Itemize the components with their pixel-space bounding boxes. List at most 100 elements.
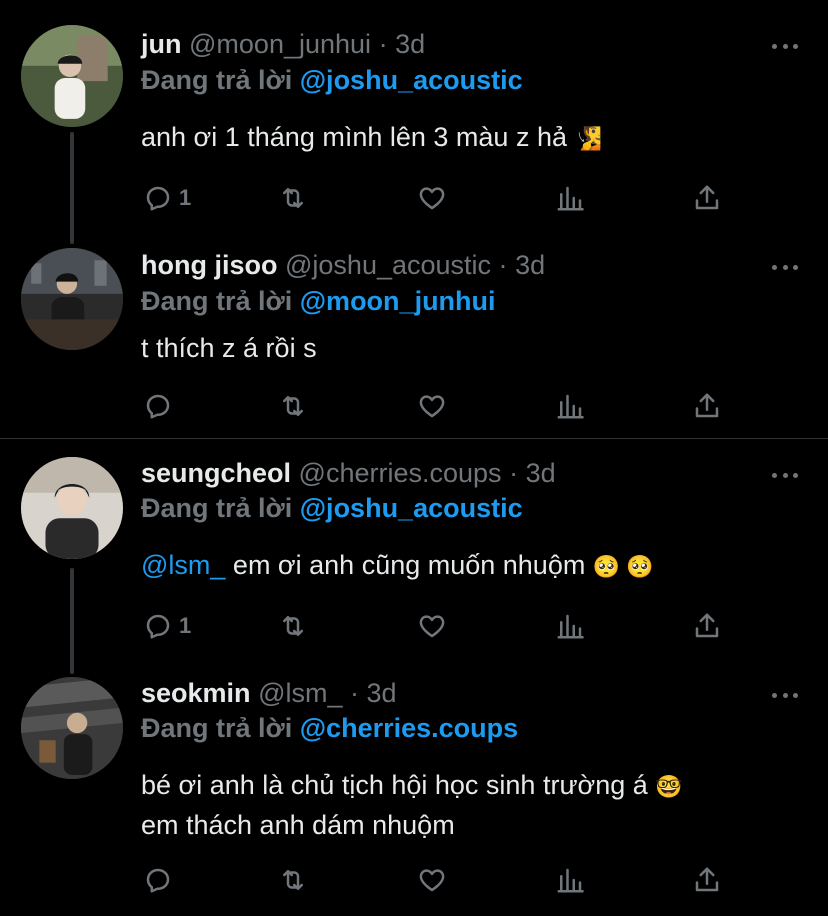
retweet-button[interactable] bbox=[278, 389, 308, 423]
user-handle[interactable]: @cherries.coups bbox=[299, 458, 502, 488]
reply-button[interactable]: 1 bbox=[143, 181, 191, 215]
retweet-icon bbox=[278, 865, 308, 895]
analytics-icon bbox=[555, 183, 585, 213]
timestamp[interactable]: 3d bbox=[367, 678, 397, 708]
replying-to-label: Đang trả lời bbox=[141, 65, 293, 95]
more-icon[interactable] bbox=[772, 263, 798, 271]
reply-count: 1 bbox=[179, 185, 192, 210]
like-button[interactable] bbox=[417, 863, 447, 897]
user-handle[interactable]: @lsm_ bbox=[258, 678, 342, 708]
analytics-button[interactable] bbox=[555, 181, 585, 215]
reply-icon bbox=[143, 611, 173, 641]
heart-icon bbox=[417, 391, 447, 421]
analytics-icon bbox=[555, 865, 585, 895]
replying-to-label: Đang trả lời bbox=[141, 493, 293, 523]
tweet-header: jun @moon_junhui · 3d bbox=[141, 28, 425, 60]
tweet-body: bé ơi anh là chủ tịch hội học sinh trườn… bbox=[141, 770, 648, 800]
reply-icon bbox=[143, 183, 173, 213]
replying-to-label: Đang trả lời bbox=[141, 286, 293, 316]
share-button[interactable] bbox=[692, 389, 722, 423]
replying-to-mention[interactable]: @joshu_acoustic bbox=[300, 65, 523, 95]
avatar[interactable] bbox=[21, 248, 123, 350]
share-icon bbox=[692, 611, 722, 641]
retweet-icon bbox=[278, 611, 308, 641]
action-bar bbox=[141, 389, 741, 423]
heart-icon bbox=[417, 183, 447, 213]
replying-to-mention[interactable]: @cherries.coups bbox=[300, 713, 518, 743]
emoji: 🧏 bbox=[574, 126, 602, 151]
retweet-button[interactable] bbox=[278, 863, 308, 897]
avatar-photo bbox=[21, 457, 123, 559]
reply-button[interactable] bbox=[143, 863, 179, 897]
analytics-icon bbox=[555, 391, 585, 421]
separator-dot: · bbox=[498, 250, 508, 280]
tweet-text: anh ơi 1 tháng mình lên 3 màu z hả 🧏 bbox=[141, 118, 801, 158]
action-bar: 1 bbox=[141, 609, 741, 643]
replying-to: Đang trả lời @joshu_acoustic bbox=[141, 492, 523, 524]
like-button[interactable] bbox=[417, 181, 447, 215]
tweet-body: t thích z á rồi s bbox=[141, 333, 317, 363]
replying-to-label: Đang trả lời bbox=[141, 713, 293, 743]
retweet-button[interactable] bbox=[278, 609, 308, 643]
tweet-body: em ơi anh cũng muốn nhuộm bbox=[225, 550, 586, 580]
tweet[interactable]: jun @moon_junhui · 3d Đang trả lời @josh… bbox=[0, 0, 828, 219]
analytics-button[interactable] bbox=[555, 389, 585, 423]
reply-button[interactable]: 1 bbox=[143, 609, 191, 643]
avatar-photo bbox=[21, 25, 123, 127]
share-button[interactable] bbox=[692, 863, 722, 897]
tweet-header: seokmin @lsm_ · 3d bbox=[141, 677, 397, 709]
avatar[interactable] bbox=[21, 457, 123, 559]
display-name[interactable]: hong jisoo bbox=[141, 250, 277, 280]
like-button[interactable] bbox=[417, 609, 447, 643]
display-name[interactable]: jun bbox=[141, 29, 182, 59]
display-name[interactable]: seungcheol bbox=[141, 458, 291, 488]
reply-icon bbox=[143, 865, 173, 895]
tweet-text: bé ơi anh là chủ tịch hội học sinh trườn… bbox=[141, 766, 801, 844]
tweet-text: @lsm_ em ơi anh cũng muốn nhuộm 🥺 🥺 bbox=[141, 546, 801, 586]
separator-dot: · bbox=[509, 458, 519, 488]
tweet[interactable]: seungcheol @cherries.coups · 3d Đang trả… bbox=[0, 439, 828, 658]
reply-button[interactable] bbox=[143, 389, 179, 423]
avatar[interactable] bbox=[21, 25, 123, 127]
share-button[interactable] bbox=[692, 609, 722, 643]
tweet-body: anh ơi 1 tháng mình lên 3 màu z hả bbox=[141, 122, 567, 152]
replying-to: Đang trả lời @joshu_acoustic bbox=[141, 64, 523, 96]
share-icon bbox=[692, 865, 722, 895]
action-bar bbox=[141, 863, 741, 897]
emoji: 🥺 🥺 bbox=[592, 554, 654, 579]
analytics-icon bbox=[555, 611, 585, 641]
display-name[interactable]: seokmin bbox=[141, 678, 251, 708]
tweet-header: seungcheol @cherries.coups · 3d bbox=[141, 457, 556, 489]
heart-icon bbox=[417, 611, 447, 641]
avatar[interactable] bbox=[21, 677, 123, 779]
like-button[interactable] bbox=[417, 389, 447, 423]
analytics-button[interactable] bbox=[555, 863, 585, 897]
action-bar: 1 bbox=[141, 181, 741, 215]
emoji: 🤓 bbox=[655, 774, 683, 799]
timestamp[interactable]: 3d bbox=[526, 458, 556, 488]
avatar-photo bbox=[21, 248, 123, 350]
user-handle[interactable]: @moon_junhui bbox=[189, 29, 371, 59]
tweet-text: t thích z á rồi s bbox=[141, 329, 801, 367]
analytics-button[interactable] bbox=[555, 609, 585, 643]
timestamp[interactable]: 3d bbox=[515, 250, 545, 280]
reply-count: 1 bbox=[179, 613, 192, 638]
tweet[interactable]: hong jisoo @joshu_acoustic · 3d Đang trả… bbox=[0, 219, 828, 438]
share-button[interactable] bbox=[692, 181, 722, 215]
more-icon[interactable] bbox=[772, 471, 798, 479]
retweet-icon bbox=[278, 183, 308, 213]
avatar-photo bbox=[21, 677, 123, 779]
tweet[interactable]: seokmin @lsm_ · 3d Đang trả lời @cherrie… bbox=[0, 658, 828, 916]
user-handle[interactable]: @joshu_acoustic bbox=[285, 250, 491, 280]
more-icon[interactable] bbox=[772, 42, 798, 50]
tweet-mention[interactable]: @lsm_ bbox=[141, 550, 225, 580]
share-icon bbox=[692, 391, 722, 421]
more-icon[interactable] bbox=[772, 691, 798, 699]
retweet-icon bbox=[278, 391, 308, 421]
tweet-line: em thách anh dám nhuộm bbox=[141, 810, 455, 840]
replying-to-mention[interactable]: @moon_junhui bbox=[300, 286, 496, 316]
timestamp[interactable]: 3d bbox=[395, 29, 425, 59]
replying-to-mention[interactable]: @joshu_acoustic bbox=[300, 493, 523, 523]
separator-dot: · bbox=[350, 678, 359, 708]
retweet-button[interactable] bbox=[278, 181, 308, 215]
